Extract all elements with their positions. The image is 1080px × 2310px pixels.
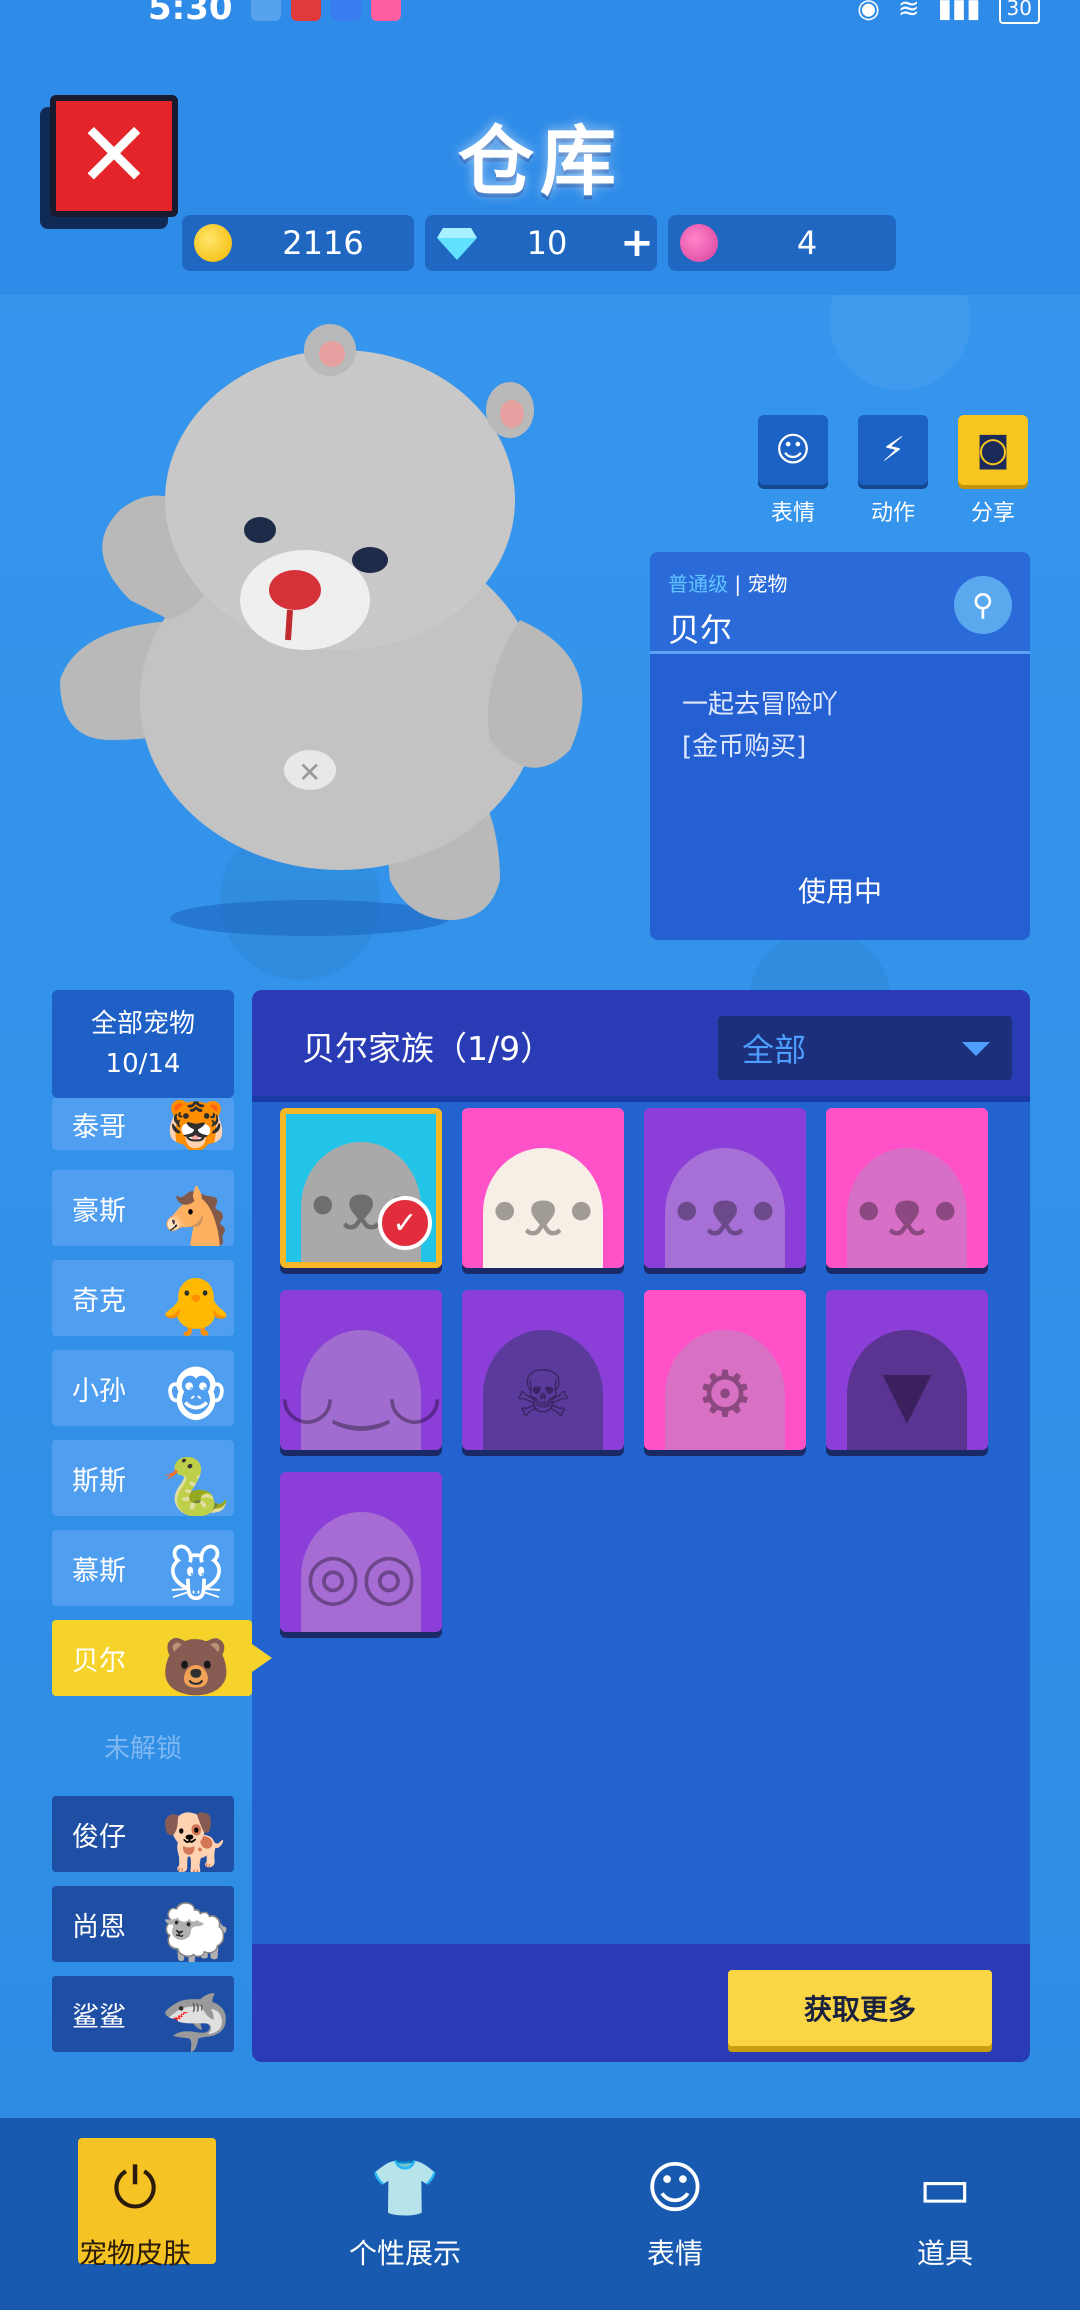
pet-item-junzai[interactable]: 俊仔 🐕	[52, 1796, 234, 1872]
skin-panel-header: 贝尔家族（1/9） 全部	[252, 990, 1030, 1102]
close-button[interactable]: ✕	[40, 95, 180, 230]
polar-bear-skin-icon: •ᴥ•	[483, 1148, 603, 1268]
skin-filter-dropdown[interactable]: 全部	[718, 1016, 1012, 1080]
status-time: 5:30	[148, 0, 233, 28]
camera-icon: ◙	[958, 415, 1028, 485]
check-icon: ✓	[378, 1196, 432, 1250]
battery-icon: 30	[998, 0, 1040, 24]
tiger-icon: 🐯	[158, 1098, 234, 1150]
pet-status: 使用中	[797, 875, 882, 908]
skin-card[interactable]: •ᴥ•	[462, 1108, 624, 1268]
pirate-skin-icon: ☠	[483, 1330, 603, 1450]
shirt-icon: 👕	[370, 2156, 440, 2221]
skin-card[interactable]: •ᴥ• ✓	[280, 1108, 442, 1268]
pet-item-shasha[interactable]: 鲨鲨 🦈	[52, 1976, 234, 2052]
skin-card[interactable]: ◎◎	[280, 1472, 442, 1632]
skin-card[interactable]: •ᴥ•	[644, 1108, 806, 1268]
skin-panel-footer: 获取更多	[252, 1944, 1030, 2062]
pet-kind: 宠物	[747, 572, 788, 596]
snake-icon: 🐍	[161, 1455, 231, 1516]
get-more-button[interactable]: 获取更多	[728, 1970, 992, 2046]
pet-character-bear[interactable]: ✕	[50, 320, 670, 940]
pet-item-sisi[interactable]: 斯斯 🐍	[52, 1440, 234, 1516]
panda-skin-icon: •ᴥ•	[665, 1148, 785, 1268]
bear-icon: 🐻	[161, 1635, 231, 1696]
pet-list: 全部宠物 10/14 泰哥 🐯 豪斯 🐴 奇克 🐥 小孙 🐵 斯斯 🐍 慕斯 🐭…	[52, 990, 272, 2052]
pet-type-icon: ⚲	[954, 576, 1012, 634]
huawei-notif-icon	[290, 0, 321, 21]
wifi-icon: ≋	[897, 0, 920, 24]
close-icon: ✕	[50, 95, 178, 217]
app-notif-icon	[250, 0, 281, 21]
notification-icons	[250, 0, 401, 21]
motion-action-button[interactable]: ⚡ 动作	[858, 415, 928, 527]
pink-bear-skin-icon: •ᴥ•	[847, 1148, 967, 1268]
shiba-icon: 🐕	[161, 1811, 231, 1872]
skin-card[interactable]: ⚙	[644, 1290, 806, 1450]
chevron-down-icon	[962, 1042, 990, 1056]
pet-item-shangen[interactable]: 尚恩 🐑	[52, 1886, 234, 1962]
skin-family-title: 贝尔家族（1/9）	[302, 1029, 554, 1068]
professor-skin-icon: ◎◎	[301, 1512, 421, 1632]
eye-icon: ◉	[857, 0, 880, 24]
sheep-icon: 🐑	[161, 1901, 231, 1962]
shark-icon: 🦈	[161, 1991, 231, 2052]
pet-description: 一起去冒险吖 [金币购买]	[682, 690, 839, 762]
emote-action-button[interactable]: ☺ 表情	[758, 415, 828, 527]
system-icons: ◉ ≋ ▮▮▮ 30	[857, 0, 1040, 24]
action-icon: ⚡	[858, 415, 928, 485]
pet-item-beier[interactable]: 贝尔 🐻	[52, 1620, 272, 1696]
pet-rank: 普通级	[668, 572, 728, 596]
coin-icon	[194, 224, 232, 262]
diamond-counter: 10 +	[425, 215, 657, 271]
emote-icon: ☺	[645, 2156, 705, 2221]
coin-counter: 2116	[182, 215, 414, 271]
pet-item-musi[interactable]: 慕斯 🐭	[52, 1530, 234, 1606]
pet-item-taige[interactable]: 泰哥 🐯	[52, 1098, 234, 1150]
signal-icon: ▮▮▮	[937, 0, 981, 24]
chick-icon: 🐥	[161, 1275, 231, 1336]
app2-notif-icon	[370, 0, 401, 21]
skin-card[interactable]: ▼	[826, 1290, 988, 1450]
status-bar: 5:30 ◉ ≋ ▮▮▮ 30	[0, 0, 1080, 30]
card-icon: ▭	[918, 2156, 972, 2221]
gem-icon	[680, 224, 718, 262]
skin-card[interactable]: ◡‿◡	[280, 1290, 442, 1450]
bottom-nav: ⏻ 宠物皮肤 👕 个性展示 ☺ 表情 ▭ 道具	[0, 2118, 1080, 2310]
robot-skin-icon: ⚙	[665, 1330, 785, 1450]
pet-skin-icon: ⏻	[112, 2156, 158, 2221]
buddha-skin-icon: ◡‿◡	[280, 1330, 442, 1450]
monkey-icon: 🐵	[163, 1365, 229, 1426]
pet-item-xiaosun[interactable]: 小孙 🐵	[52, 1350, 234, 1426]
gem-value: 4	[796, 224, 818, 262]
pet-info-header: 普通级 | 宠物 贝尔 ⚲	[650, 552, 1030, 654]
diamond-value: 10	[526, 224, 568, 262]
add-diamond-button[interactable]: +	[617, 220, 657, 266]
svg-text:✕: ✕	[298, 756, 321, 789]
search-notif-icon	[330, 0, 361, 21]
coin-value: 2116	[282, 224, 364, 262]
pet-item-qike[interactable]: 奇克 🐥	[52, 1260, 234, 1336]
tab-items[interactable]: ▭ 道具	[810, 2118, 1080, 2310]
horse-icon: 🐴	[161, 1185, 231, 1246]
locked-section-header: 未解锁	[103, 1734, 182, 1764]
detective-skin-icon: ▼	[847, 1330, 967, 1450]
tab-pet-skin[interactable]: ⏻ 宠物皮肤	[0, 2118, 270, 2310]
share-action-button[interactable]: ◙ 分享	[958, 415, 1028, 527]
tab-personal-display[interactable]: 👕 个性展示	[270, 2118, 540, 2310]
skin-panel: 贝尔家族（1/9） 全部 •ᴥ• ✓ •ᴥ• •ᴥ• •ᴥ• ◡‿◡ ☠ ⚙ ▼…	[252, 990, 1030, 2062]
pet-info-card: 普通级 | 宠物 贝尔 ⚲ 一起去冒险吖 [金币购买] 使用中	[650, 552, 1030, 940]
pet-item-haosi[interactable]: 豪斯 🐴	[52, 1170, 234, 1246]
tab-emote[interactable]: ☺ 表情	[540, 2118, 810, 2310]
all-pets-tab[interactable]: 全部宠物 10/14	[52, 990, 234, 1098]
mouse-icon: 🐭	[166, 1545, 226, 1606]
skin-card[interactable]: •ᴥ•	[826, 1108, 988, 1268]
skin-card[interactable]: ☠	[462, 1290, 624, 1450]
diamond-icon	[437, 226, 477, 260]
emote-icon: ☺	[758, 415, 828, 485]
gem-counter: 4	[668, 215, 896, 271]
